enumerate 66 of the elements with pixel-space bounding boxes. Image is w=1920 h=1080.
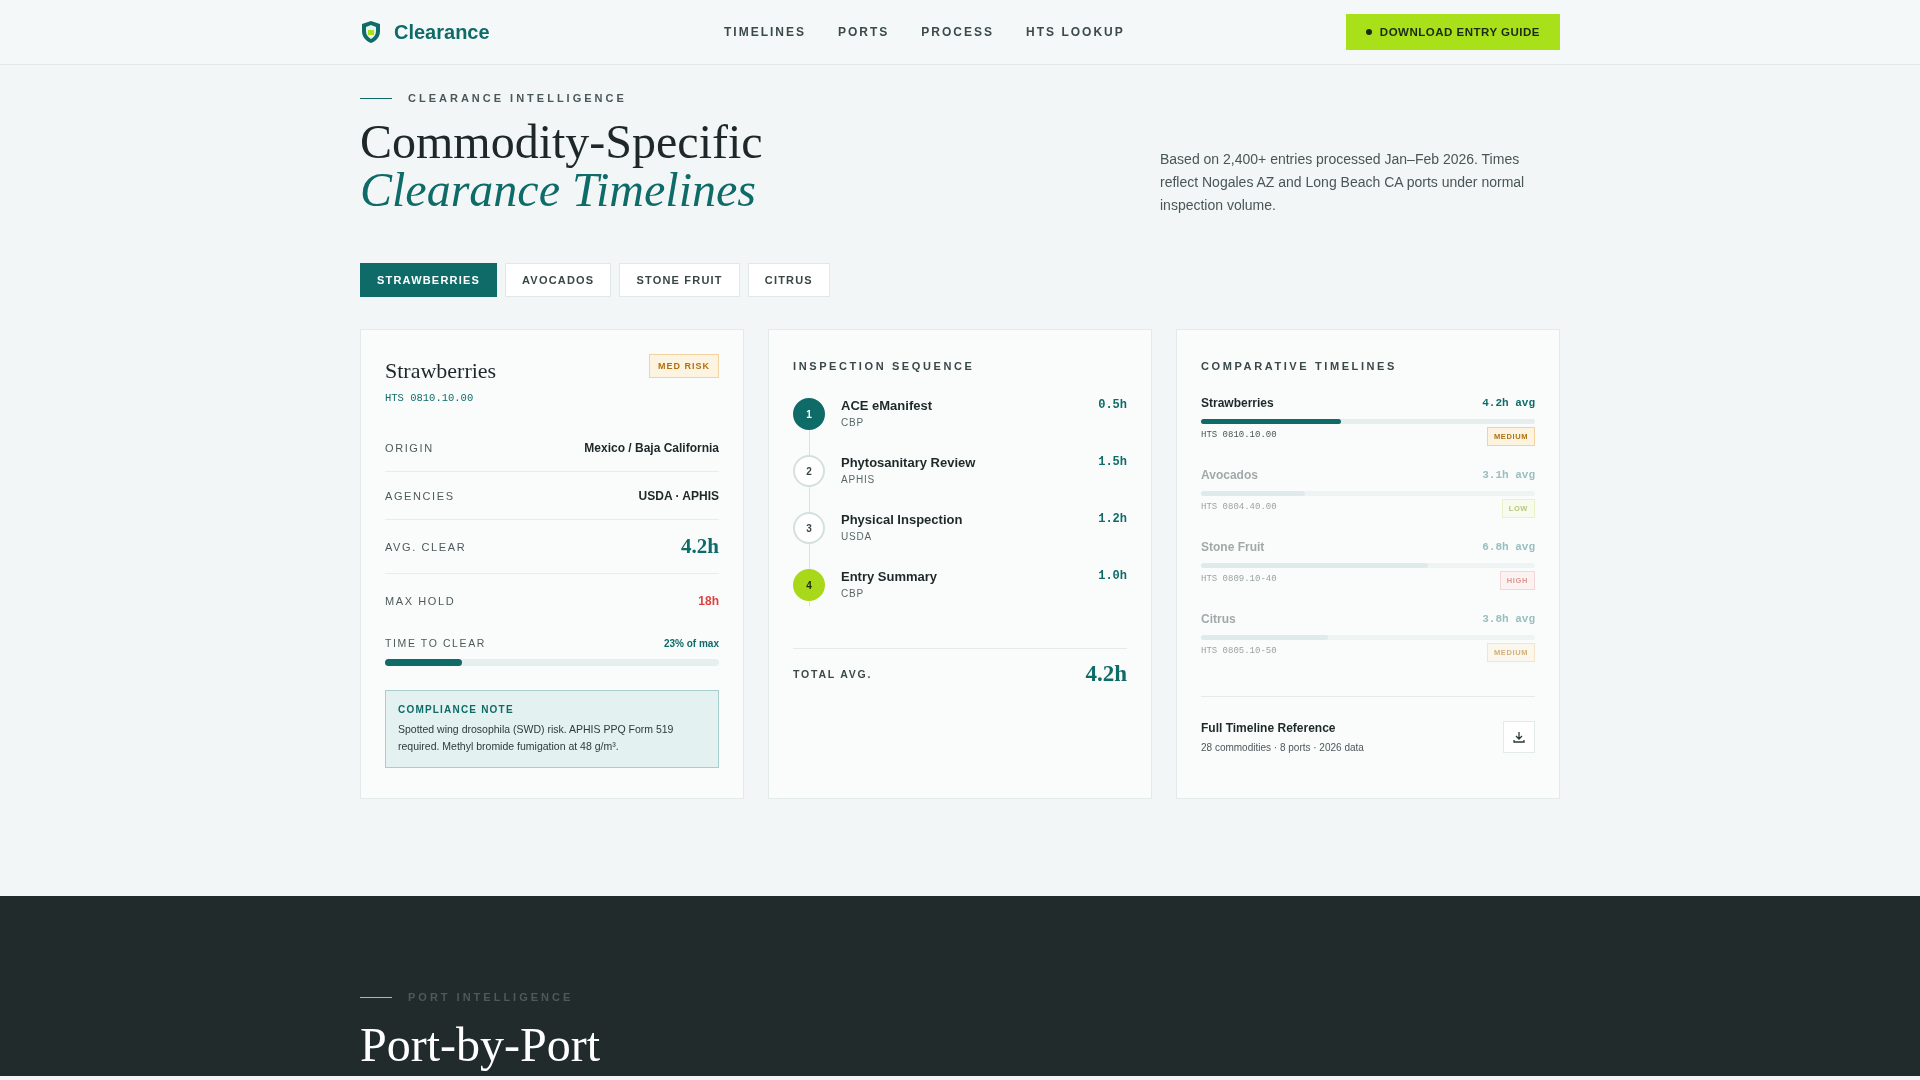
card-title: INSPECTION SEQUENCE [793, 360, 976, 372]
fact-value: 18h [698, 593, 719, 608]
section-eyebrow: CLEARANCE INTELLIGENCE [408, 92, 627, 104]
step-name: ACE eManifest [841, 398, 934, 413]
step-agency: APHIS [841, 474, 876, 485]
commodity-name: Strawberries [1201, 396, 1274, 410]
commodity-tab[interactable]: AVOCADOS [505, 263, 612, 297]
step-duration: 0.5h [1098, 398, 1127, 412]
commodity-tab[interactable]: STRAWBERRIES [360, 263, 498, 297]
download-guide-button[interactable]: DOWNLOAD ENTRY GUIDE [1345, 14, 1560, 50]
note-text: Spotted wing drosophila (SWD) risk. APHIS PPQ Form 519 required. Methyl bromide fumigation at 48 g/m³. [398, 722, 675, 754]
hts-code: HTS 0804.40.00 [1201, 502, 1277, 512]
fact-label: ORIGIN [385, 441, 434, 454]
step-name: Physical Inspection [841, 512, 964, 527]
fact-value: 4.2h [681, 534, 719, 559]
commodity-name: Avocados [1201, 468, 1258, 482]
total-value: 4.2h [1085, 661, 1127, 687]
page-title: Commodity-Specific [360, 118, 763, 166]
reference-meta: 28 commodities · 8 ports · 2026 data [1201, 742, 1364, 753]
note-title: COMPLIANCE NOTE [398, 704, 515, 715]
description-text: Based on 2,400+ entries processed Jan–Feb 2026. Times reflect Nogales AZ and Long Beach CA ports under normal inspection volume. [1160, 150, 1526, 215]
fact-value: Mexico / Baja California [584, 440, 719, 455]
average-time: 6.8h avg [1482, 541, 1535, 553]
nav-link[interactable]: TIMELINES [724, 25, 806, 39]
step-number: 2 [793, 455, 825, 487]
step-agency: CBP [841, 417, 865, 428]
step-agency: USDA [841, 531, 873, 542]
total-label: TOTAL AVG. [793, 668, 873, 680]
progress-label: TIME TO CLEAR [385, 637, 486, 649]
progress-reading: 23% of max [663, 637, 719, 649]
commodity-name: Citrus [1201, 612, 1236, 626]
commodity-tab[interactable]: CITRUS [747, 263, 830, 297]
step-duration: 1.0h [1098, 569, 1127, 583]
shield-logo-icon [360, 20, 382, 44]
hts-code: HTS 0810.10.00 [1201, 430, 1277, 440]
commodity-tab[interactable]: STONE FRUIT [619, 263, 740, 297]
step-number: 4 [793, 569, 825, 601]
fact-label: MAX HOLD [385, 594, 456, 607]
risk-badge: MED RISK [649, 354, 719, 378]
fact-label: AVG. CLEAR [385, 540, 467, 553]
step-duration: 1.5h [1098, 455, 1127, 469]
average-time: 3.1h avg [1482, 469, 1535, 481]
step-name: Phytosanitary Review [841, 455, 977, 470]
hts-code: HTS 0805.10-50 [1201, 646, 1277, 656]
reference-title: Full Timeline Reference [1201, 721, 1337, 735]
commodity-name: Stone Fruit [1201, 540, 1265, 554]
hts-code: HTS 0810.10.00 [385, 392, 475, 404]
commodity-name: Strawberries [385, 358, 497, 384]
step-number: 3 [793, 512, 825, 544]
step-name: Entry Summary [841, 569, 939, 584]
brand-name: Clearance [394, 20, 490, 44]
section-title: Port-by-Port [360, 1021, 601, 1069]
nav-link[interactable]: PROCESS [921, 25, 995, 39]
download-button[interactable] [1503, 721, 1535, 753]
average-time: 3.8h avg [1482, 613, 1535, 625]
nav-link[interactable]: PORTS [838, 25, 890, 39]
hts-code: HTS 0809.10-40 [1201, 574, 1277, 584]
step-number: 1 [793, 398, 825, 430]
fact-value: USDA · APHIS [638, 488, 719, 503]
step-duration: 1.2h [1098, 512, 1127, 526]
card-title: COMPARATIVE TIMELINES [1201, 360, 1398, 372]
download-icon [1512, 730, 1526, 744]
fact-label: AGENCIES [385, 489, 455, 502]
nav-link[interactable]: HTS LOOKUP [1026, 25, 1125, 39]
average-time: 4.2h avg [1482, 397, 1535, 409]
step-agency: CBP [841, 588, 865, 599]
